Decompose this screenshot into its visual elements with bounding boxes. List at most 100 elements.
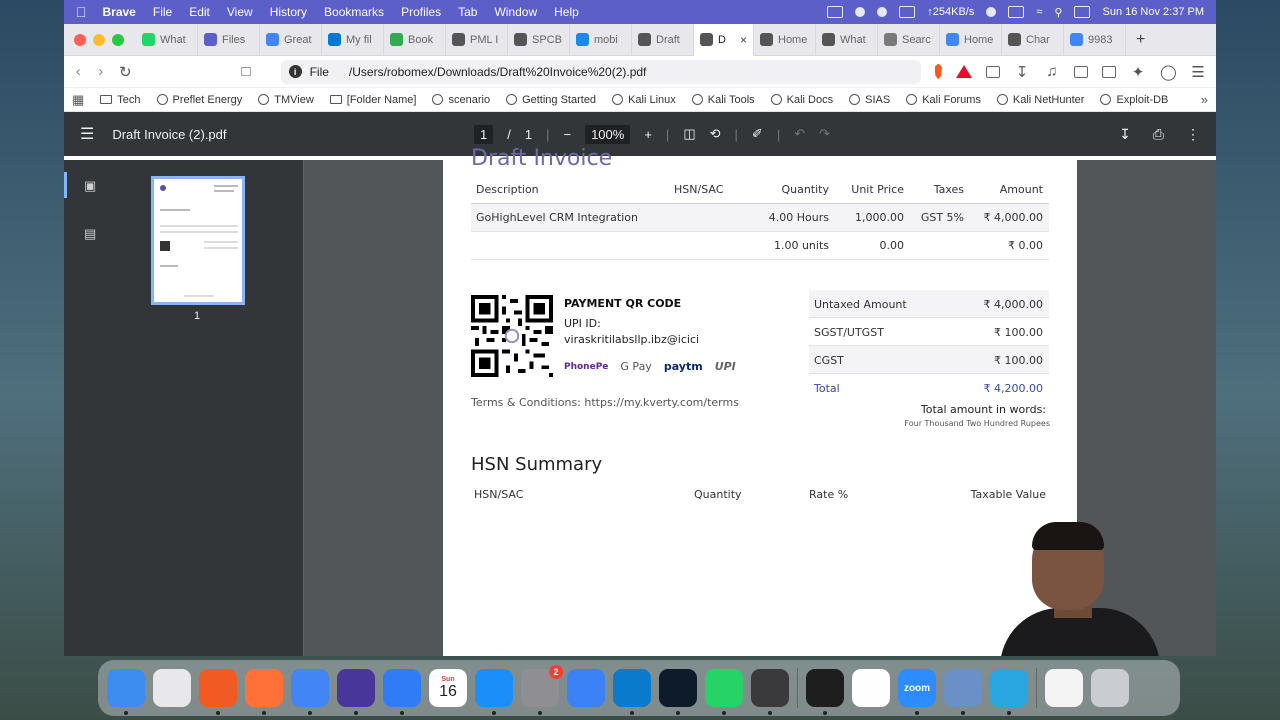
- tab-8[interactable]: Draft: [632, 24, 694, 56]
- close-tab-icon[interactable]: ×: [740, 33, 747, 47]
- wallet-icon[interactable]: [1102, 65, 1116, 78]
- tab-12[interactable]: Searc: [878, 24, 940, 56]
- brave-shields-icon[interactable]: [934, 63, 942, 80]
- zoom-in-button[interactable]: +: [644, 127, 652, 142]
- menu-tab[interactable]: Tab: [458, 5, 477, 19]
- bookmark-item[interactable]: Kali Docs: [770, 94, 833, 106]
- tab-15[interactable]: 9983: [1064, 24, 1126, 56]
- sidebar-toggle-icon[interactable]: [1074, 65, 1088, 78]
- page-thumbnail[interactable]: [151, 176, 245, 305]
- downloads-stack-icon[interactable]: [1045, 669, 1083, 707]
- more-bookmarks-icon[interactable]: »: [1201, 92, 1208, 107]
- wifi-icon[interactable]: ≈: [1036, 6, 1042, 18]
- download-icon[interactable]: ↧: [1119, 126, 1131, 143]
- outline-icon[interactable]: ▤: [84, 226, 96, 242]
- bookmark-item[interactable]: Kali Tools: [691, 94, 755, 106]
- rotate-icon[interactable]: ⟲: [710, 126, 721, 142]
- media-controls-icon[interactable]: ♫: [1044, 63, 1060, 80]
- battery-icon[interactable]: [1008, 6, 1025, 18]
- menu-view[interactable]: View: [227, 5, 253, 19]
- tab-13[interactable]: Home: [940, 24, 1002, 56]
- tab-11[interactable]: What: [816, 24, 878, 56]
- whatsapp-icon[interactable]: [705, 669, 743, 715]
- apple-menu-icon[interactable]: : [76, 4, 87, 20]
- menu-app-brave[interactable]: Brave: [103, 5, 136, 19]
- calendar-icon[interactable]: Sun 16: [429, 669, 467, 707]
- minimize-window-button[interactable]: [93, 33, 105, 46]
- annotate-icon[interactable]: ✐: [752, 126, 763, 142]
- more-actions-icon[interactable]: ⋮: [1186, 126, 1200, 143]
- bookmark-item[interactable]: Kali Forums: [906, 94, 981, 106]
- obsidian-icon[interactable]: [337, 669, 375, 715]
- screen-share-icon[interactable]: [827, 6, 844, 18]
- launchpad-icon[interactable]: [153, 669, 191, 707]
- zoom-out-button[interactable]: −: [563, 127, 571, 142]
- leo-ai-icon[interactable]: ✦: [1130, 63, 1146, 81]
- tab-5[interactable]: PML I: [446, 24, 508, 56]
- vscode-icon[interactable]: [613, 669, 651, 715]
- firefox-icon[interactable]: [245, 669, 283, 715]
- bookmark-item[interactable]: Kali Linux: [612, 94, 676, 106]
- thumbnails-icon[interactable]: ▣: [84, 178, 96, 194]
- page-number-input[interactable]: 1: [474, 124, 494, 144]
- system-settings-icon[interactable]: 2: [521, 665, 563, 715]
- sync-icon[interactable]: [990, 669, 1028, 715]
- bookmark-item[interactable]: Kali NetHunter: [996, 94, 1084, 106]
- notes-icon[interactable]: [852, 669, 890, 707]
- menu-profiles[interactable]: Profiles: [401, 5, 441, 19]
- bookmark-item[interactable]: Exploit-DB: [1100, 94, 1168, 106]
- screenshot-icon[interactable]: [986, 65, 1000, 78]
- address-bar[interactable]: i File /Users/robomex/Downloads/Draft%20…: [280, 59, 921, 84]
- apps-grid-icon[interactable]: ▦: [72, 92, 84, 108]
- brave-rewards-icon[interactable]: [955, 65, 972, 78]
- bookmark-item[interactable]: Preflet Energy: [156, 94, 242, 106]
- main-menu-icon[interactable]: ☰: [1190, 63, 1206, 81]
- downloads-icon[interactable]: ↧: [1014, 63, 1030, 81]
- vpn-icon[interactable]: [877, 7, 888, 17]
- bookmark-item[interactable]: Tech: [100, 94, 141, 106]
- tab-6[interactable]: SPCB: [508, 24, 570, 56]
- terminal-icon[interactable]: [806, 669, 844, 715]
- reload-button[interactable]: ↻: [119, 63, 132, 81]
- clock[interactable]: Sun 16 Nov 2:37 PM: [1102, 6, 1204, 18]
- site-info-icon[interactable]: i: [288, 65, 302, 78]
- bookmark-page-icon[interactable]: □: [242, 63, 251, 80]
- control-center-icon[interactable]: [1074, 6, 1091, 18]
- tab-0[interactable]: What: [136, 24, 198, 56]
- bookmark-item[interactable]: [Folder Name]: [329, 94, 416, 106]
- brave-icon[interactable]: [199, 669, 237, 715]
- undo-icon[interactable]: ↶: [794, 126, 805, 142]
- back-button[interactable]: ‹: [74, 63, 82, 80]
- zoom-status-icon[interactable]: [855, 7, 866, 17]
- tab-2[interactable]: Great: [260, 24, 322, 56]
- cloud-icon[interactable]: [899, 6, 916, 18]
- tab-7[interactable]: mobi: [570, 24, 632, 56]
- rawdigger-icon[interactable]: [659, 669, 697, 715]
- zoom-level-input[interactable]: 100%: [585, 124, 631, 144]
- menu-file[interactable]: File: [153, 5, 172, 19]
- tab-3[interactable]: My fil: [322, 24, 384, 56]
- menu-edit[interactable]: Edit: [189, 5, 210, 19]
- tab-1[interactable]: Files: [198, 24, 260, 56]
- tasks-icon[interactable]: [383, 669, 421, 715]
- print-icon[interactable]: ⎙: [1153, 126, 1164, 143]
- tab-9[interactable]: D ×: [694, 24, 754, 56]
- disk-utility-icon[interactable]: [944, 669, 982, 715]
- obs-icon[interactable]: [751, 669, 789, 715]
- close-window-button[interactable]: [74, 33, 86, 46]
- fullscreen-window-button[interactable]: [112, 33, 124, 46]
- bookmark-item[interactable]: TMView: [258, 94, 314, 106]
- forward-button[interactable]: ›: [96, 63, 104, 80]
- menu-window[interactable]: Window: [494, 5, 537, 19]
- trash-icon[interactable]: [1091, 669, 1129, 707]
- zoom-icon[interactable]: zoom: [898, 669, 936, 715]
- new-tab-button[interactable]: +: [1136, 31, 1145, 49]
- url-path[interactable]: /Users/robomex/Downloads/Draft%20Invoice…: [349, 65, 646, 79]
- app-store-icon[interactable]: [475, 669, 513, 715]
- simulator-icon[interactable]: [567, 669, 605, 707]
- menu-history[interactable]: History: [270, 5, 307, 19]
- vpn-shield-icon[interactable]: ◯: [1160, 63, 1177, 81]
- fit-page-icon[interactable]: ◫: [683, 126, 695, 142]
- chrome-icon[interactable]: [291, 669, 329, 715]
- menu-help[interactable]: Help: [554, 5, 579, 19]
